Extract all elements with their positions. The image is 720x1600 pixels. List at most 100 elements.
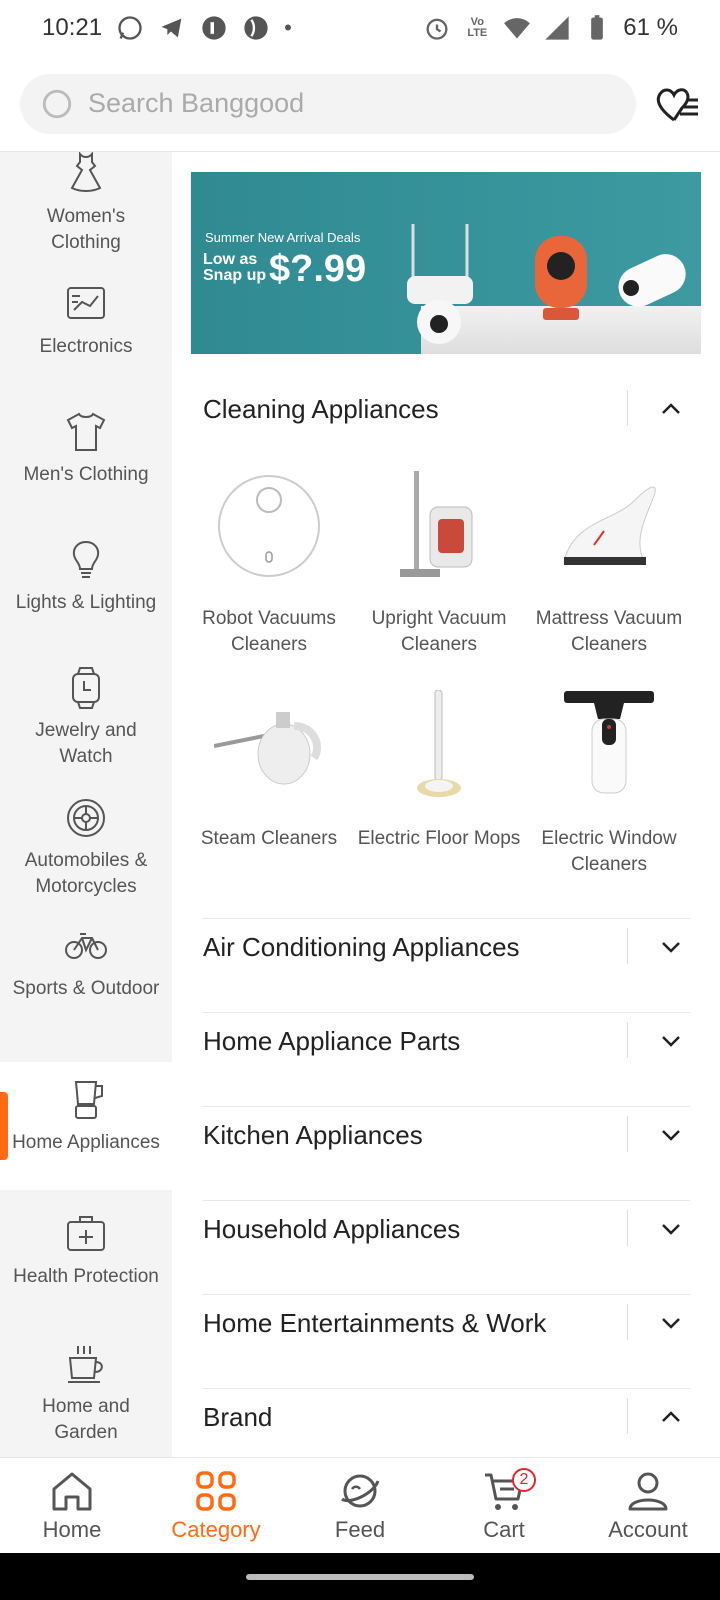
product-electric-window-cleaners[interactable]: Electric Window Cleaners xyxy=(525,690,693,878)
steam-cleaner-image xyxy=(214,690,324,802)
coffee-cup-icon xyxy=(64,1342,108,1386)
banner-headline: Summer New Arrival Deals xyxy=(205,230,361,245)
steering-wheel-icon xyxy=(64,796,108,840)
sidebar-item-health-protection[interactable]: Health Protection xyxy=(0,1212,172,1290)
tab-feed[interactable]: Feed xyxy=(288,1458,432,1553)
category-sidebar: Women's Clothing Electronics Men's Cloth… xyxy=(0,152,172,1457)
first-aid-kit-icon xyxy=(64,1212,108,1256)
tab-label: Category xyxy=(171,1516,261,1542)
product-robot-vacuums[interactable]: Robot Vacuums Cleaners xyxy=(185,470,353,658)
section-title: Home Entertainments & Work xyxy=(203,1307,547,1338)
section-title: Cleaning Appliances xyxy=(203,393,439,424)
product-steam-cleaners[interactable]: Steam Cleaners xyxy=(185,690,353,852)
category-content: Summer New Arrival Deals Low as Snap up … xyxy=(172,152,720,1457)
watch-icon xyxy=(64,666,108,710)
battery-icon xyxy=(583,14,611,42)
section-title: Kitchen Appliances xyxy=(203,1119,423,1150)
sidebar-item-label: Home Appliances xyxy=(12,1132,160,1153)
bicycle-icon xyxy=(64,924,108,968)
search-icon xyxy=(42,89,72,118)
sidebar-item-label: Sports & Outdoor xyxy=(12,978,160,999)
section-divider xyxy=(627,1210,628,1246)
sidebar-item-automobiles[interactable]: Automobiles & Motorcycles xyxy=(0,796,172,900)
chevron-down-icon[interactable] xyxy=(658,1216,684,1242)
mattress-vacuum-image xyxy=(554,470,664,582)
sidebar-item-label: Home and Garden xyxy=(42,1396,130,1443)
search-input[interactable]: Search Banggood xyxy=(20,73,636,134)
bottom-tab-bar: Home Category Feed 2 Cart Account xyxy=(0,1457,720,1553)
cart-badge: 2 xyxy=(512,1468,536,1492)
section-divider xyxy=(627,390,628,426)
sidebar-item-label: Electronics xyxy=(39,336,133,357)
home-icon xyxy=(52,1472,92,1510)
chevron-up-icon[interactable] xyxy=(658,396,684,422)
sidebar-item-home-appliances[interactable]: Home Appliances xyxy=(0,1062,172,1190)
section-home-entertainments[interactable]: Home Entertainments & Work xyxy=(203,1276,690,1370)
sidebar-item-electronics[interactable]: Electronics xyxy=(0,282,172,360)
section-divider xyxy=(627,928,628,964)
product-mattress-vacuums[interactable]: Mattress Vacuum Cleaners xyxy=(525,470,693,658)
product-label: Electric Floor Mops xyxy=(357,828,521,849)
section-title: Home Appliance Parts xyxy=(203,1025,461,1056)
tab-account[interactable]: Account xyxy=(576,1458,720,1553)
sidebar-item-sports-outdoor[interactable]: Sports & Outdoor xyxy=(0,924,172,1002)
banner-low-as: Low as Snap up xyxy=(203,251,267,284)
section-divider xyxy=(627,1304,628,1340)
robot-vacuum-image xyxy=(214,470,324,582)
section-title: Air Conditioning Appliances xyxy=(203,931,520,962)
section-divider xyxy=(627,1022,628,1058)
search-placeholder: Search Banggood xyxy=(88,88,305,118)
chevron-up-icon[interactable] xyxy=(658,1404,684,1430)
sidebar-item-mens-clothing[interactable]: Men's Clothing xyxy=(0,410,172,488)
circuit-board-icon xyxy=(64,282,108,326)
sidebar-item-jewelry-watch[interactable]: Jewelry and Watch xyxy=(0,666,172,770)
battery-percent: 61 % xyxy=(623,14,678,41)
search-header: Search Banggood xyxy=(0,56,720,152)
sidebar-item-label: Lights & Lighting xyxy=(15,592,157,613)
globe-icon xyxy=(242,14,270,42)
section-divider xyxy=(627,1398,628,1434)
sidebar-item-womens-clothing[interactable]: Women's Clothing xyxy=(0,152,172,256)
home-gesture-pill[interactable] xyxy=(246,1574,474,1580)
tab-label: Feed xyxy=(334,1516,386,1542)
chevron-down-icon[interactable] xyxy=(658,1310,684,1336)
orange-camera-image xyxy=(535,236,587,320)
section-air-conditioning[interactable]: Air Conditioning Appliances xyxy=(203,900,690,994)
white-camera-image xyxy=(618,254,686,307)
chevron-down-icon[interactable] xyxy=(658,934,684,960)
tab-label: Home xyxy=(42,1516,102,1542)
chevron-down-icon[interactable] xyxy=(658,1122,684,1148)
product-electric-floor-mops[interactable]: Electric Floor Mops xyxy=(355,690,523,852)
status-bar: 10:21 • Vo LTE 61 % xyxy=(0,0,720,56)
sidebar-item-lights-lighting[interactable]: Lights & Lighting xyxy=(0,538,172,616)
sidebar-item-label: Jewelry and Watch xyxy=(35,720,137,767)
promo-banner[interactable]: Summer New Arrival Deals Low as Snap up … xyxy=(191,172,701,354)
status-time: 10:21 xyxy=(42,14,103,41)
section-cleaning-appliances[interactable]: Cleaning Appliances xyxy=(203,362,690,456)
sidebar-item-home-garden[interactable]: Home and Garden xyxy=(0,1342,172,1446)
section-home-appliance-parts[interactable]: Home Appliance Parts xyxy=(203,994,690,1088)
dress-icon xyxy=(64,152,108,196)
security-camera-image xyxy=(407,224,473,344)
section-brand[interactable]: Brand xyxy=(203,1370,690,1457)
wishlist-button[interactable] xyxy=(652,80,700,128)
system-navigation-bar xyxy=(0,1553,720,1600)
whatsapp-icon xyxy=(116,14,144,42)
section-divider xyxy=(627,1116,628,1152)
upright-vacuum-image xyxy=(384,470,494,582)
wifi-icon xyxy=(503,14,531,42)
lightbulb-icon xyxy=(64,538,108,582)
app-notification-icon xyxy=(200,14,228,42)
section-household-appliances[interactable]: Household Appliances xyxy=(203,1182,690,1276)
section-kitchen-appliances[interactable]: Kitchen Appliances xyxy=(203,1088,690,1182)
tab-label: Cart xyxy=(483,1516,525,1542)
telegram-icon xyxy=(158,14,186,42)
sidebar-item-label: Men's Clothing xyxy=(23,464,149,485)
tab-home[interactable]: Home xyxy=(0,1458,144,1553)
tab-category[interactable]: Category xyxy=(144,1458,288,1553)
tab-cart[interactable]: 2 Cart xyxy=(432,1458,576,1553)
section-title: Brand xyxy=(203,1401,273,1432)
chevron-down-icon[interactable] xyxy=(658,1028,684,1054)
product-upright-vacuums[interactable]: Upright Vacuum Cleaners xyxy=(355,470,523,658)
tshirt-icon xyxy=(64,410,108,454)
